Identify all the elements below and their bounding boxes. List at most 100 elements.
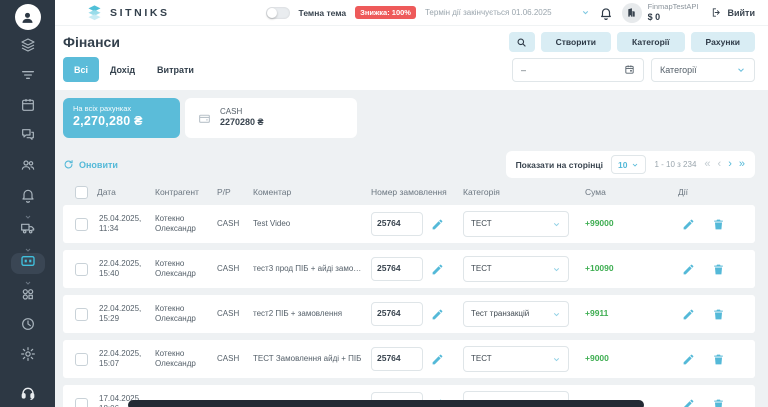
edit-order-button[interactable] — [431, 218, 444, 231]
total-balance-card[interactable]: На всіх рахунках 2,270,280 ₴ — [63, 98, 180, 138]
sidebar-item-settings[interactable] — [11, 346, 45, 367]
edit-row-button[interactable] — [682, 218, 695, 231]
pagination-last-icon[interactable]: » — [739, 159, 745, 170]
tabs-row: Всі Дохід Витрати – Категорії — [55, 54, 768, 90]
row-checkbox[interactable] — [75, 308, 88, 321]
sidebar-item-clients[interactable] — [11, 157, 45, 178]
accounts-button[interactable]: Рахунки — [691, 32, 755, 52]
wallet-icon — [198, 112, 211, 125]
sidebar-item-chats[interactable] — [11, 127, 45, 148]
tab-expenses[interactable]: Витрати — [146, 57, 205, 82]
delete-row-button[interactable] — [712, 218, 725, 231]
table-header: Дата Контрагент Р/Р Коментар Номер замов… — [63, 179, 755, 205]
edit-row-button[interactable] — [682, 263, 695, 276]
trash-icon — [712, 263, 725, 276]
tab-all[interactable]: Всі — [63, 57, 99, 82]
category-value: ТЕСТ — [471, 354, 492, 364]
row-checkbox[interactable] — [75, 398, 88, 407]
order-number-input[interactable]: 25764 — [371, 257, 423, 281]
order-number-input[interactable]: 25764 — [371, 347, 423, 371]
trash-icon — [712, 353, 725, 366]
order-number-input[interactable]: 25764 — [371, 302, 423, 326]
create-button[interactable]: Створити — [541, 32, 611, 52]
edit-order-button[interactable] — [431, 263, 444, 276]
row-checkbox[interactable] — [75, 353, 88, 366]
chevron-down-icon — [552, 220, 561, 229]
dark-theme-toggle[interactable] — [266, 7, 290, 19]
sidebar-item-finance[interactable] — [11, 253, 45, 274]
logo-text: SITNIKS — [110, 7, 170, 19]
balance-cards: На всіх рахунках 2,270,280 ₴ CASH 227028… — [63, 98, 755, 138]
pencil-icon — [682, 263, 695, 276]
table-row: 22.04.2025,15:29 Котекно Олександр CASH … — [63, 295, 755, 333]
sidebar-item-notifications[interactable] — [11, 187, 45, 208]
sidebar-item-integrations[interactable] — [11, 286, 45, 307]
edit-row-button[interactable] — [682, 308, 695, 321]
clock-icon — [20, 316, 36, 337]
table-controls: Оновити Показати на сторінці 10 1 - 10 з… — [63, 151, 755, 178]
row-checkbox[interactable] — [75, 218, 88, 231]
sidebar-item-history[interactable] — [11, 316, 45, 337]
language-selector[interactable] — [561, 7, 590, 18]
category-select[interactable]: ТЕСТ — [463, 256, 569, 282]
row-date: 22.04.2025,15:07 — [97, 349, 155, 370]
notifications-bell-button[interactable] — [599, 6, 613, 20]
pagination-first-icon[interactable]: « — [704, 159, 710, 170]
select-all-checkbox[interactable] — [75, 186, 88, 199]
category-value: Тест транзакцій — [471, 309, 529, 319]
row-comment: тест3 прод ПІБ + айді замовлення — [253, 264, 371, 274]
edit-order-button[interactable] — [431, 308, 444, 321]
cash-account-value: 2270280 ₴ — [220, 117, 264, 128]
categories-button[interactable]: Категорії — [617, 32, 684, 52]
pagination-next-icon[interactable]: › — [728, 159, 732, 170]
chat-bubbles-icon — [20, 127, 36, 148]
organization-icon — [622, 3, 642, 23]
table-row: 22.04.2025,15:07 Котекно Олександр CASH … — [63, 340, 755, 378]
delete-row-button[interactable] — [712, 308, 725, 321]
category-select[interactable]: ТЕСТ — [463, 346, 569, 372]
sidebar-item-support[interactable] — [11, 385, 45, 406]
tab-income[interactable]: Дохід — [99, 57, 146, 82]
category-select[interactable]: Тест транзакцій — [463, 301, 569, 327]
search-button[interactable] — [509, 32, 535, 52]
edit-order-button[interactable] — [431, 353, 444, 366]
sidebar-item-profile[interactable] — [11, 6, 45, 28]
row-checkbox[interactable] — [75, 263, 88, 276]
delete-row-button[interactable] — [712, 353, 725, 366]
license-expiry-text: Термін дії закінчується 01.06.2025 — [425, 8, 552, 17]
refresh-button[interactable]: Оновити — [63, 159, 118, 170]
order-number-input[interactable]: 25764 — [371, 212, 423, 236]
logout-button[interactable]: Вийти — [711, 7, 755, 18]
edit-row-button[interactable] — [682, 353, 695, 366]
pencil-icon — [682, 398, 695, 407]
truck-icon — [20, 220, 36, 241]
category-select[interactable]: ТЕСТ — [463, 211, 569, 237]
bottom-overlay-bar — [128, 400, 644, 407]
chevron-down-icon — [24, 208, 32, 216]
chevron-down-icon — [24, 241, 32, 249]
row-comment: ТЕСТ Замовлення айді + ПІБ — [253, 354, 371, 364]
user-avatar-icon — [15, 4, 41, 30]
edit-row-button[interactable] — [682, 398, 695, 407]
row-counterparty: Котекно Олександр — [155, 349, 217, 370]
category-value: ТЕСТ — [471, 264, 492, 274]
delete-row-button[interactable] — [712, 263, 725, 276]
cash-account-card[interactable]: CASH 2270280 ₴ — [185, 98, 357, 138]
sidebar-item-delivery[interactable] — [11, 220, 45, 241]
gear-icon — [20, 346, 36, 367]
total-balance-value: 2,270,280 ₴ — [73, 114, 170, 128]
date-range-input[interactable]: – — [512, 58, 644, 82]
col-header-sum: Сума — [585, 187, 678, 197]
sidebar-item-products[interactable] — [11, 37, 45, 58]
delete-row-button[interactable] — [712, 398, 725, 407]
account-menu[interactable]: FinmapTestAPI $ 0 — [622, 3, 699, 23]
bell-icon — [20, 187, 36, 208]
category-filter-select[interactable]: Категорії — [651, 58, 755, 82]
col-header-date: Дата — [97, 187, 155, 197]
pagination-prev-icon[interactable]: ‹ — [718, 159, 722, 170]
sidebar-item-filters[interactable] — [11, 67, 45, 88]
col-header-account: Р/Р — [217, 187, 253, 197]
per-page-select[interactable]: 10 — [611, 155, 646, 174]
logout-icon — [711, 7, 722, 18]
sidebar-item-calendar[interactable] — [11, 97, 45, 118]
